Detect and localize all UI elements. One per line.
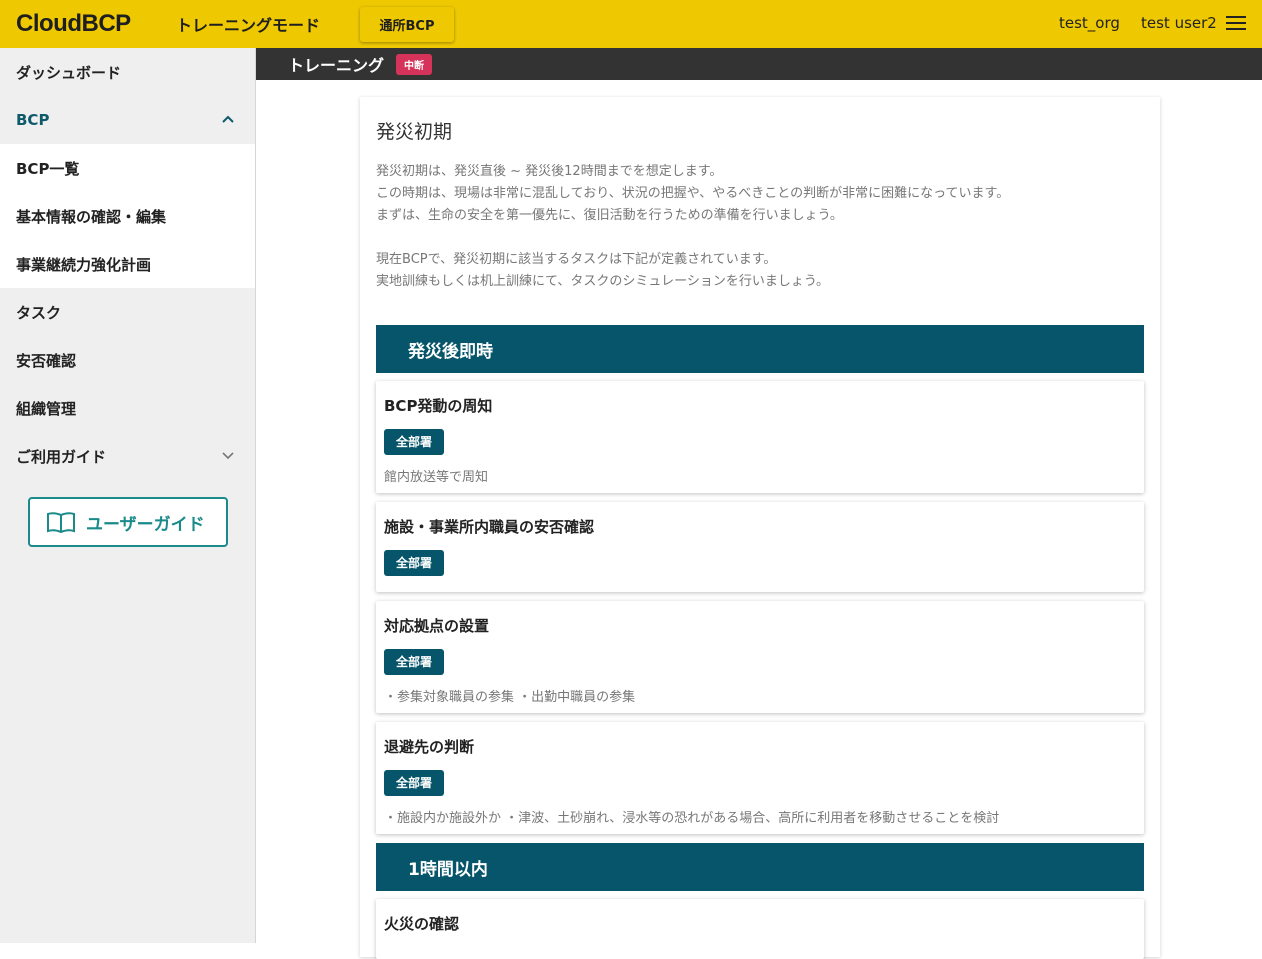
dept-chip: 全部署 (384, 550, 445, 576)
sidebar: ダッシュボード BCP BCP一覧 基本情報の確認・編集 事業継続力強化計画 タ… (0, 48, 256, 943)
training-title: トレーニング (288, 56, 385, 75)
sidebar-item-label: 安否確認 (16, 351, 77, 370)
sidebar-item-basic-info[interactable]: 基本情報の確認・編集 (0, 192, 255, 240)
dept-chip: 全部署 (384, 770, 445, 796)
task-description: 館内放送等で周知 (384, 470, 489, 485)
task-title: 施設・事業所内職員の安否確認 (384, 518, 595, 536)
hamburger-menu-icon[interactable] (1226, 16, 1246, 32)
sidebar-item-label: ダッシュボード (16, 63, 122, 82)
task-card[interactable]: 退避先の判断 全部署 ・施設内か施設外か ・津波、土砂崩れ、浸水等の恐れがある場… (376, 722, 1144, 834)
task-card[interactable]: BCP発動の周知 全部署 館内放送等で周知 (376, 381, 1144, 493)
sidebar-item-label: BCP一覧 (16, 159, 80, 178)
task-description: ・参集対象職員の参集 ・出勤中職員の参集 (384, 690, 636, 705)
section-heading: 発災後即時 (376, 325, 1144, 373)
book-icon (47, 512, 75, 533)
intro-text: 発災初期は、発災直後 ~ 発災後12時間までを想定します。 この時期は、現場は非… (376, 161, 1009, 293)
chevron-down-icon (222, 452, 234, 460)
task-card[interactable]: 対応拠点の設置 全部署 ・参集対象職員の参集 ・出勤中職員の参集 (376, 601, 1144, 713)
user-guide-button[interactable]: ユーザーガイド (28, 497, 228, 547)
task-title: 火災の確認 (384, 915, 460, 933)
user-guide-label: ユーザーガイド (86, 514, 205, 535)
sidebar-item-usage-guide[interactable]: ご利用ガイド (0, 432, 255, 480)
dept-chip: 全部署 (384, 649, 445, 675)
intro-line: この時期は、現場は非常に混乱しており、状況の把握や、やるべきことの判断が非常に困… (376, 186, 1010, 201)
sidebar-item-bcp[interactable]: BCP (0, 96, 255, 144)
org-name[interactable]: test_org (1059, 14, 1120, 32)
sidebar-item-label: タスク (16, 303, 62, 322)
user-name[interactable]: test user2 (1141, 14, 1217, 32)
intro-line: 現在BCPで、発災初期に該当するタスクは下記が定義されています。 (376, 252, 777, 267)
sidebar-item-continuity-plan[interactable]: 事業継続力強化計画 (0, 240, 255, 288)
sidebar-item-label: 組織管理 (16, 399, 77, 418)
task-description: ・施設内か施設外か ・津波、土砂崩れ、浸水等の恐れがある場合、高所に利用者を移動… (384, 811, 1000, 826)
top-app-bar: CloudBCP トレーニングモード 通所BCP test_org test u… (0, 0, 1262, 48)
intro-line: 発災初期は、発災直後 ~ 発災後12時間までを想定します。 (376, 164, 723, 179)
page-title: 発災初期 (376, 121, 453, 143)
intro-line (376, 227, 1009, 249)
intro-line: まずは、生命の安全を第一優先に、復旧活動を行うための準備を行いましょう。 (376, 208, 843, 223)
sidebar-item-label: BCP (16, 111, 50, 129)
dept-chip: 全部署 (384, 429, 445, 455)
task-card[interactable]: 施設・事業所内職員の安否確認 全部署 (376, 502, 1144, 592)
sidebar-item-safety-check[interactable]: 安否確認 (0, 336, 255, 384)
sidebar-item-dashboard[interactable]: ダッシュボード (0, 48, 255, 96)
mode-label: トレーニングモード (176, 16, 321, 35)
task-title: 退避先の判断 (384, 738, 475, 756)
section-heading: 1時間以内 (376, 843, 1144, 891)
task-card[interactable]: 火災の確認 (376, 899, 1144, 959)
app-logo[interactable]: CloudBCP (16, 10, 131, 38)
sidebar-item-tasks[interactable]: タスク (0, 288, 255, 336)
sidebar-item-label: 基本情報の確認・編集 (16, 207, 167, 226)
sidebar-item-bcp-list[interactable]: BCP一覧 (0, 144, 255, 192)
sidebar-item-label: ご利用ガイド (16, 447, 107, 466)
task-title: 対応拠点の設置 (384, 617, 490, 635)
training-bar: トレーニング 中断 (256, 48, 1262, 80)
bcp-select-button[interactable]: 通所BCP (360, 7, 454, 42)
intro-line: 実地訓練もしくは机上訓練にて、タスクのシミュレーションを行いましょう。 (376, 274, 830, 289)
phase-card: 発災初期 発災初期は、発災直後 ~ 発災後12時間までを想定します。 この時期は… (360, 97, 1160, 959)
sidebar-item-organization[interactable]: 組織管理 (0, 384, 255, 432)
task-title: BCP発動の周知 (384, 397, 493, 415)
sidebar-item-label: 事業継続力強化計画 (16, 255, 152, 274)
chevron-up-icon (222, 115, 234, 123)
status-badge: 中断 (396, 53, 433, 75)
